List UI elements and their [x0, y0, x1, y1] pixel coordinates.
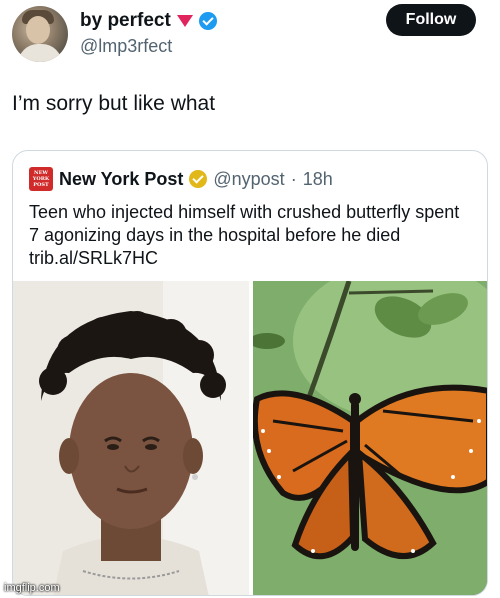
avatar-body [18, 44, 62, 62]
follow-button[interactable]: Follow [386, 4, 476, 36]
quoted-tweet-text: Teen who injected himself with crushed b… [29, 202, 460, 268]
quoted-tweet-header: NEW YORK POST New York Post @nypost · 18… [29, 167, 333, 191]
teen-photo[interactable] [13, 281, 249, 595]
avatar[interactable] [12, 6, 68, 62]
quoted-display-name[interactable]: New York Post [59, 169, 183, 190]
separator-dot: · [290, 168, 297, 189]
quoted-handle[interactable]: @nypost [213, 169, 284, 190]
display-name[interactable]: by perfect [80, 10, 171, 32]
quoted-timestamp[interactable]: 18h [303, 169, 333, 190]
logo-text-3: POST [33, 182, 49, 188]
name-row: by perfect [80, 10, 217, 32]
verified-icon [198, 12, 217, 30]
gold-verified-icon [189, 170, 208, 188]
quoted-media[interactable] [13, 281, 487, 595]
quoted-tweet[interactable]: NEW YORK POST New York Post @nypost · 18… [12, 150, 488, 596]
red-triangle-icon [176, 15, 193, 27]
butterfly-photo-illustration [253, 281, 487, 595]
butterfly-photo[interactable] [253, 281, 487, 595]
user-handle[interactable]: @lmp3rfect [80, 36, 172, 57]
teen-photo-illustration [13, 281, 249, 595]
avatar-face [26, 16, 50, 44]
tweet-text: I’m sorry but like what [12, 92, 216, 115]
imgflip-watermark: imgflip.com [4, 582, 60, 594]
nypost-logo-icon[interactable]: NEW YORK POST [29, 167, 53, 191]
tweet-header: by perfect @lmp3rfect Follow [12, 4, 488, 62]
